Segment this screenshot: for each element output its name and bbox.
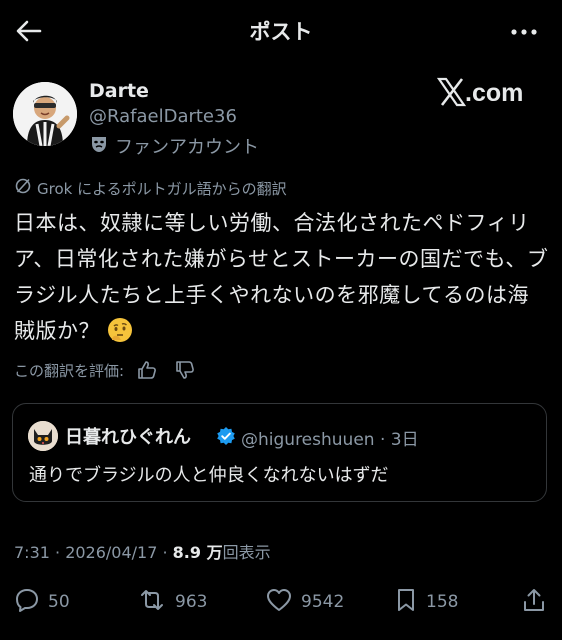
top-bar: ポスト [0,0,562,64]
author-avatar[interactable] [13,82,77,146]
repost-count: 963 [175,592,208,612]
views-count: 8.9 万 [172,543,223,562]
quoted-tweet-text: 通りでブラジルの人と仲良くなれないはずだ [29,465,389,486]
tweet-text: 日本は、奴隷に等しい労働、合法化されたペドフィリア、日常化された嫌がらせとストー… [14,211,549,343]
bookmark-icon [394,587,418,617]
more-options-icon[interactable] [508,18,540,46]
author-handle[interactable]: @RafaelDarte36 [89,106,237,127]
heart-icon [265,587,293,617]
fan-account-label-row: ファンアカウント [89,134,259,158]
repost-button[interactable]: 963 [137,585,207,619]
share-icon [521,587,547,617]
share-button[interactable] [521,585,547,619]
author-display-name[interactable]: Darte [89,80,149,102]
bookmark-count: 158 [426,592,459,612]
x-com-watermark: .com [436,74,537,110]
repost-icon [137,587,167,617]
reply-icon [14,587,40,617]
timestamp-row: 7:31 · 2026/04/17 · 8.9 万回表示 [14,539,271,563]
like-count: 9542 [301,592,345,612]
quoted-author-meta: @higureshuuen · 3日 [241,430,419,450]
thinking-face-icon [106,316,134,344]
translate-slash-icon [14,177,32,199]
timestamp[interactable]: 7:31 · 2026/04/17 · [14,543,173,562]
quoted-tweet-card[interactable]: 日暮れひぐれん @higureshuuen · 3日 通りでブラジルの人と仲良く… [12,403,547,502]
tweet-body: 日本は、奴隷に等しい労働、合法化されたペドフィリア、日常化された嫌がらせとストー… [14,205,549,349]
theater-mask-icon [89,134,109,158]
bookmark-button[interactable]: 158 [394,585,458,619]
fan-account-label: ファンアカウント [115,137,259,158]
rate-translation-row: この翻訳を評価: [14,358,210,382]
views-label: 回表示 [222,543,271,562]
page-title: ポスト [249,20,313,44]
rate-translation-label: この翻訳を評価: [14,361,125,380]
like-button[interactable]: 9542 [265,585,344,619]
translation-note: Grok によるポルトガル語からの翻訳 [14,177,287,199]
quoted-author-name[interactable]: 日暮れひぐれん [65,423,191,449]
action-bar: 50 963 9542 158 [0,585,562,619]
quoted-author-avatar[interactable] [28,421,58,451]
thumbs-up-icon[interactable] [134,358,160,382]
translation-source-text: Grok によるポルトガル語からの翻訳 [37,179,287,198]
svg-text:.com: .com [465,79,523,107]
reply-count: 50 [48,592,70,612]
thumbs-down-icon[interactable] [172,358,198,382]
verified-badge-icon [216,426,236,446]
reply-button[interactable]: 50 [14,585,70,619]
